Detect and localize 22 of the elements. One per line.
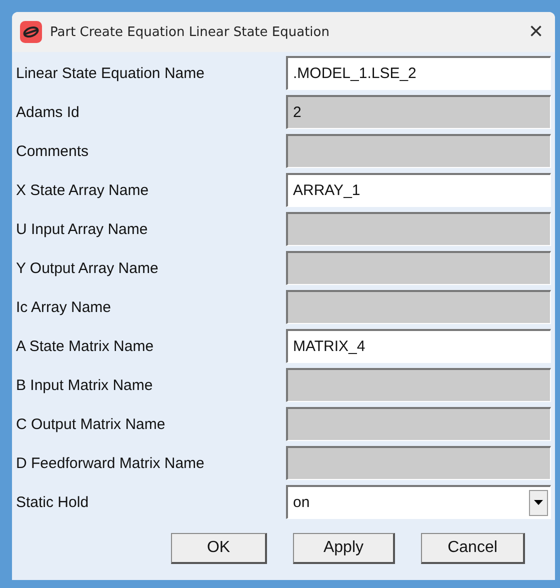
field-label: U Input Array Name — [16, 220, 149, 238]
field-label: Linear State Equation Name — [16, 64, 206, 82]
input-field[interactable]: .MODEL_1.LSE_2 — [286, 56, 551, 90]
input-field[interactable]: MATRIX_4 — [286, 329, 551, 363]
dropdown-field[interactable]: on — [286, 485, 551, 519]
close-button[interactable]: × — [524, 20, 547, 44]
field-label: A State Matrix Name — [16, 338, 155, 354]
field-label: Adams Id — [16, 104, 80, 120]
field-label: Y Output Array Name — [16, 260, 160, 276]
dialog-button[interactable]: OK — [171, 533, 267, 564]
field-label: D Feedforward Matrix Name — [16, 454, 206, 472]
field-label: X State Array Name — [16, 182, 150, 198]
field-label: B Input Matrix Name — [16, 376, 154, 394]
field-label: Comments — [16, 142, 90, 160]
field-label: Static Hold — [16, 494, 90, 510]
input-field[interactable]: ARRAY_1 — [286, 173, 551, 207]
field-label: C Output Matrix Name — [16, 416, 166, 432]
field-label: Ic Array Name — [16, 298, 112, 316]
app-logo-icon — [20, 21, 42, 43]
dialog-button[interactable]: Apply — [293, 533, 395, 564]
dialog-button[interactable]: Cancel — [421, 533, 525, 564]
window-title: Part Create Equation Linear State Equation — [50, 24, 330, 40]
